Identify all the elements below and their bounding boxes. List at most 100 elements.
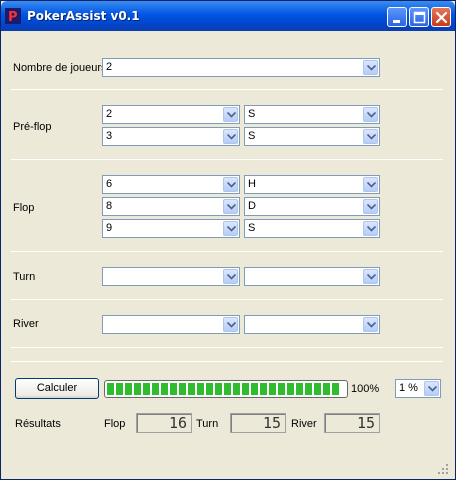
progress-segment xyxy=(161,383,168,395)
preflop-card1-suit-select[interactable]: S xyxy=(244,105,380,124)
flop-card2-rank-select[interactable]: 8 xyxy=(102,197,240,216)
results-flop-display: 16 xyxy=(136,413,192,433)
preflop-card1-suit-value: S xyxy=(248,108,256,120)
precision-select[interactable]: 1 % xyxy=(395,379,441,398)
flop-card1-suit-select[interactable]: H xyxy=(244,175,380,194)
chevron-down-icon[interactable] xyxy=(363,177,378,192)
preflop-card1-rank-select[interactable]: 2 xyxy=(102,105,240,124)
flop-card3-suit-select[interactable]: S xyxy=(244,219,380,238)
results-flop-label: Flop xyxy=(104,418,126,430)
preflop-card2-rank-select[interactable]: 3 xyxy=(102,127,240,146)
flop-card2-rank-value: 8 xyxy=(106,200,113,212)
progress-segment xyxy=(170,383,177,395)
progress-segment xyxy=(287,383,294,395)
progress-segment xyxy=(251,383,258,395)
separator xyxy=(11,347,443,348)
progress-segment xyxy=(206,383,213,395)
chevron-down-icon[interactable] xyxy=(363,269,378,284)
flop-card3-suit-value: S xyxy=(248,222,256,234)
client-area: Nombre de joueurs: 2 Pré-flop 2 S 3 S Fl… xyxy=(5,33,451,477)
progress-segment xyxy=(143,383,150,395)
progress-segment xyxy=(260,383,267,395)
progress-segment xyxy=(305,383,312,395)
chevron-down-icon[interactable] xyxy=(223,199,238,214)
chevron-down-icon[interactable] xyxy=(223,129,238,144)
progress-segment xyxy=(107,383,114,395)
progress-segment xyxy=(188,383,195,395)
progress-percent-text: 100% xyxy=(351,383,380,395)
maximize-button[interactable] xyxy=(409,7,429,27)
chevron-down-icon[interactable] xyxy=(223,269,238,284)
flop-card3-rank-select[interactable]: 9 xyxy=(102,219,240,238)
river-suit-select[interactable] xyxy=(244,315,380,334)
chevron-down-icon[interactable] xyxy=(223,221,238,236)
minimize-button[interactable] xyxy=(387,7,407,27)
close-button[interactable] xyxy=(431,7,451,27)
progress-segment xyxy=(215,383,222,395)
chevron-down-icon[interactable] xyxy=(223,177,238,192)
preflop-card2-suit-select[interactable]: S xyxy=(244,127,380,146)
minimize-icon xyxy=(393,20,400,23)
progress-fill xyxy=(107,383,339,395)
preflop-label: Pré-flop xyxy=(13,121,52,133)
chevron-down-icon[interactable] xyxy=(424,381,439,396)
results-turn-label: Turn xyxy=(196,418,219,430)
progress-segment xyxy=(323,383,330,395)
separator xyxy=(11,251,443,252)
progress-segment xyxy=(278,383,285,395)
results-label: Résultats xyxy=(15,418,61,430)
river-label: River xyxy=(13,318,39,330)
main-window: P PokerAssist v0.1 Nombre de joueurs: 2 … xyxy=(0,0,456,480)
resize-grip-icon[interactable] xyxy=(437,463,449,475)
chevron-down-icon[interactable] xyxy=(223,107,238,122)
close-icon xyxy=(435,11,448,24)
separator xyxy=(11,361,443,362)
flop-card3-rank-value: 9 xyxy=(106,222,113,234)
separator xyxy=(11,159,443,160)
flop-card1-suit-value: H xyxy=(248,178,256,190)
progress-segment xyxy=(233,383,240,395)
progress-segment xyxy=(116,383,123,395)
results-river-label: River xyxy=(291,418,317,430)
calculate-button[interactable]: Calculer xyxy=(15,378,99,399)
separator xyxy=(11,299,443,300)
precision-value: 1 % xyxy=(399,382,418,394)
flop-card2-suit-value: D xyxy=(248,200,256,212)
window-title: PokerAssist v0.1 xyxy=(27,9,140,23)
preflop-card2-suit-value: S xyxy=(248,130,256,142)
svg-text:P: P xyxy=(8,10,18,24)
title-bar[interactable]: P PokerAssist v0.1 xyxy=(1,1,455,31)
preflop-card2-rank-value: 3 xyxy=(106,130,113,142)
progress-segment xyxy=(269,383,276,395)
progress-segment xyxy=(134,383,141,395)
flop-label: Flop xyxy=(13,202,35,214)
app-icon: P xyxy=(5,8,21,24)
players-label: Nombre de joueurs: xyxy=(13,62,110,74)
river-rank-select[interactable] xyxy=(102,315,240,334)
results-river-display: 15 xyxy=(324,413,380,433)
progress-segment xyxy=(125,383,132,395)
turn-rank-select[interactable] xyxy=(102,267,240,286)
progress-segment xyxy=(242,383,249,395)
flop-card1-rank-value: 6 xyxy=(106,178,113,190)
progress-segment xyxy=(152,383,159,395)
flop-card1-rank-select[interactable]: 6 xyxy=(102,175,240,194)
maximize-icon xyxy=(413,11,426,24)
chevron-down-icon[interactable] xyxy=(363,60,378,75)
separator xyxy=(11,89,443,90)
turn-label: Turn xyxy=(13,271,36,283)
progress-segment xyxy=(314,383,321,395)
turn-suit-select[interactable] xyxy=(244,267,380,286)
chevron-down-icon[interactable] xyxy=(363,199,378,214)
chevron-down-icon[interactable] xyxy=(223,317,238,332)
players-select[interactable]: 2 xyxy=(102,58,380,77)
progress-segment xyxy=(224,383,231,395)
preflop-card1-rank-value: 2 xyxy=(106,108,113,120)
chevron-down-icon[interactable] xyxy=(363,221,378,236)
progress-segment xyxy=(332,383,339,395)
chevron-down-icon[interactable] xyxy=(363,107,378,122)
chevron-down-icon[interactable] xyxy=(363,317,378,332)
chevron-down-icon[interactable] xyxy=(363,129,378,144)
progress-segment xyxy=(179,383,186,395)
flop-card2-suit-select[interactable]: D xyxy=(244,197,380,216)
